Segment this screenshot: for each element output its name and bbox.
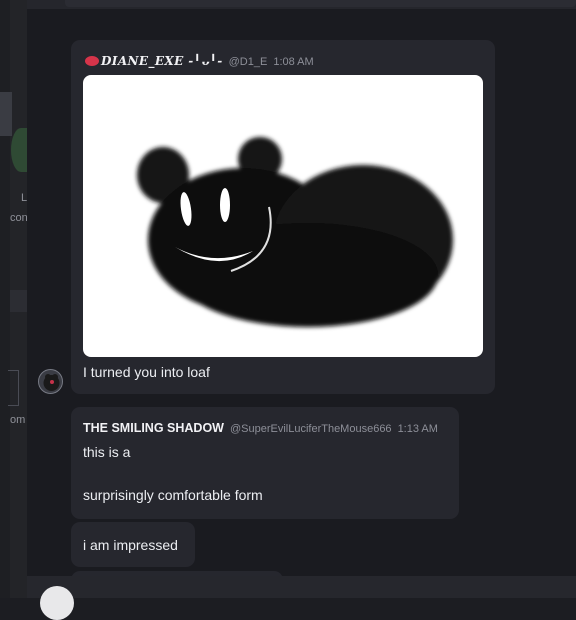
loaf-mouse-drawing (137, 137, 453, 327)
author-handle: @SuperEvilLuciferTheMouse666 (229, 423, 392, 435)
message-timestamp: 1:13 AM (397, 423, 438, 435)
message-text-line-1: this is a (83, 444, 131, 460)
message-timestamp: 1:08 AM (273, 56, 314, 68)
image-attachment[interactable] (83, 75, 483, 357)
author-name-text: DIANE_EXE -╹ᴗ╹- (101, 54, 223, 68)
author-name[interactable]: THE SMILING SHADOW (83, 421, 224, 435)
message-header: DIANE_EXE -╹ᴗ╹- @D1_E 1:08 AM (85, 54, 314, 68)
message-composer[interactable] (27, 576, 576, 598)
heart-badge-icon (85, 56, 99, 66)
sidebar-card[interactable] (8, 370, 19, 406)
sidebar-label-2: con (10, 212, 28, 224)
user-avatar[interactable] (40, 586, 74, 620)
user-avatar[interactable] (38, 369, 63, 394)
sidebar-strip (0, 0, 10, 598)
author-name[interactable]: DIANE_EXE -╹ᴗ╹- (85, 54, 223, 68)
message-text: I turned you into loaf (83, 364, 210, 380)
sidebar-divider (10, 290, 27, 312)
top-search-field[interactable] (65, 0, 576, 7)
sidebar-label-3: om (10, 414, 26, 426)
message-text-line-2: surprisingly comfortable form (83, 487, 263, 503)
message-text: i am impressed (83, 537, 178, 553)
sidebar-highlight[interactable] (0, 92, 12, 136)
message-header: THE SMILING SHADOW @SuperEvilLuciferTheM… (83, 421, 438, 435)
author-handle: @D1_E (228, 56, 268, 68)
